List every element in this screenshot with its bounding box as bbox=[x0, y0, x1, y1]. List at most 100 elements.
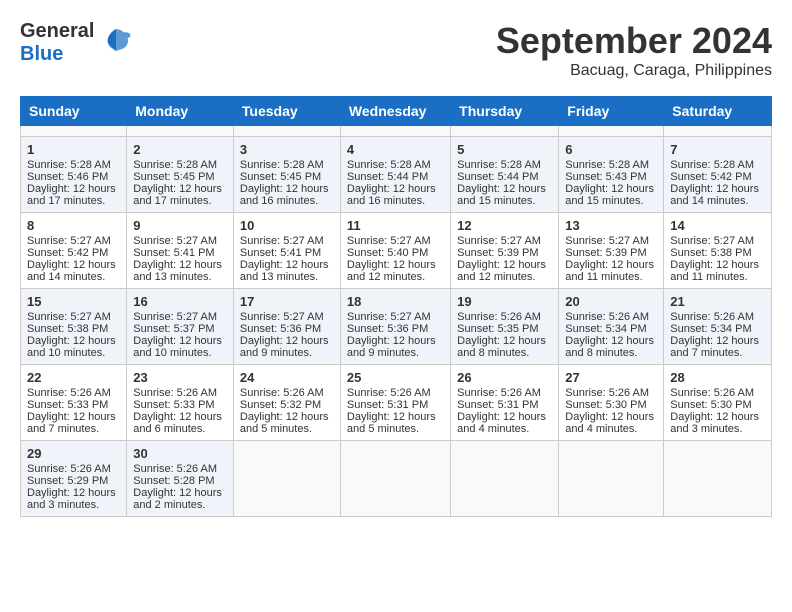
day-number: 17 bbox=[240, 294, 334, 309]
day-number: 7 bbox=[670, 142, 765, 157]
calendar-cell bbox=[559, 126, 664, 137]
day-number: 6 bbox=[565, 142, 657, 157]
day-number: 23 bbox=[133, 370, 227, 385]
day-number: 4 bbox=[347, 142, 444, 157]
day-number: 10 bbox=[240, 218, 334, 233]
col-tuesday: Tuesday bbox=[233, 97, 340, 126]
cell-info: Sunrise: 5:26 AMSunset: 5:30 PMDaylight:… bbox=[565, 387, 654, 435]
calendar-cell: 15Sunrise: 5:27 AMSunset: 5:38 PMDayligh… bbox=[21, 289, 127, 365]
calendar-cell: 11 Sunrise: 5:27 AMSunset: 5:40 PMDayligh… bbox=[340, 213, 450, 289]
calendar-cell: 13Sunrise: 5:27 AMSunset: 5:39 PMDayligh… bbox=[559, 213, 664, 289]
calendar-cell: 2 Sunrise: 5:28 AMSunset: 5:45 PMDaylight… bbox=[127, 137, 234, 213]
page-header: General Blue September 2024 Bacuag, Cara… bbox=[20, 20, 772, 80]
calendar-cell: 6 Sunrise: 5:28 AMSunset: 5:43 PMDaylight… bbox=[559, 137, 664, 213]
col-sunday: Sunday bbox=[21, 97, 127, 126]
calendar-cell bbox=[127, 126, 234, 137]
cell-info: Sunrise: 5:26 AMSunset: 5:35 PMDaylight:… bbox=[457, 311, 546, 359]
calendar-week-3: 15Sunrise: 5:27 AMSunset: 5:38 PMDayligh… bbox=[21, 289, 772, 365]
logo-text: General Blue bbox=[20, 20, 94, 66]
col-monday: Monday bbox=[127, 97, 234, 126]
calendar-cell: 12 Sunrise: 5:27 AMSunset: 5:39 PMDayligh… bbox=[451, 213, 559, 289]
cell-info: Sunrise: 5:27 AMSunset: 5:37 PMDaylight:… bbox=[133, 311, 222, 359]
cell-info: Sunrise: 5:28 AMSunset: 5:46 PMDaylight:… bbox=[27, 159, 116, 207]
cell-info: Sunrise: 5:27 AMSunset: 5:41 PMDaylight:… bbox=[133, 235, 222, 283]
col-saturday: Saturday bbox=[664, 97, 772, 126]
day-number: 12 bbox=[457, 218, 552, 233]
cell-info: Sunrise: 5:28 AMSunset: 5:45 PMDaylight:… bbox=[133, 159, 222, 207]
cell-info: Sunrise: 5:28 AMSunset: 5:45 PMDaylight:… bbox=[240, 159, 329, 207]
col-wednesday: Wednesday bbox=[340, 97, 450, 126]
calendar-cell bbox=[233, 441, 340, 517]
calendar-cell: 7 Sunrise: 5:28 AMSunset: 5:42 PMDaylight… bbox=[664, 137, 772, 213]
month-title: September 2024 bbox=[496, 20, 772, 62]
cell-info: Sunrise: 5:27 AMSunset: 5:36 PMDaylight:… bbox=[240, 311, 329, 359]
cell-info: Sunrise: 5:28 AMSunset: 5:42 PMDaylight:… bbox=[670, 159, 759, 207]
calendar-cell: 3 Sunrise: 5:28 AMSunset: 5:45 PMDaylight… bbox=[233, 137, 340, 213]
calendar-cell bbox=[451, 441, 559, 517]
cell-info: Sunrise: 5:26 AMSunset: 5:34 PMDaylight:… bbox=[565, 311, 654, 359]
calendar-cell: 5Sunrise: 5:28 AMSunset: 5:44 PMDaylight… bbox=[451, 137, 559, 213]
calendar-cell bbox=[340, 126, 450, 137]
cell-info: Sunrise: 5:26 AMSunset: 5:31 PMDaylight:… bbox=[457, 387, 546, 435]
calendar-cell: 19 Sunrise: 5:26 AMSunset: 5:35 PMDayligh… bbox=[451, 289, 559, 365]
calendar-week-1: 1 Sunrise: 5:28 AMSunset: 5:46 PMDaylight… bbox=[21, 137, 772, 213]
calendar-cell: 10Sunrise: 5:27 AMSunset: 5:41 PMDayligh… bbox=[233, 213, 340, 289]
calendar-cell: 1 Sunrise: 5:28 AMSunset: 5:46 PMDaylight… bbox=[21, 137, 127, 213]
calendar-week-4: 22 Sunrise: 5:26 AMSunset: 5:33 PMDayligh… bbox=[21, 365, 772, 441]
calendar-cell bbox=[664, 126, 772, 137]
col-friday: Friday bbox=[559, 97, 664, 126]
calendar-cell: 30 Sunrise: 5:26 AMSunset: 5:28 PMDayligh… bbox=[127, 441, 234, 517]
day-number: 30 bbox=[133, 446, 227, 461]
day-number: 11 bbox=[347, 218, 444, 233]
cell-info: Sunrise: 5:26 AMSunset: 5:32 PMDaylight:… bbox=[240, 387, 329, 435]
calendar-cell bbox=[664, 441, 772, 517]
day-number: 1 bbox=[27, 142, 120, 157]
cell-info: Sunrise: 5:26 AMSunset: 5:30 PMDaylight:… bbox=[670, 387, 759, 435]
cell-info: Sunrise: 5:26 AMSunset: 5:33 PMDaylight:… bbox=[27, 387, 116, 435]
calendar-cell: 21Sunrise: 5:26 AMSunset: 5:34 PMDayligh… bbox=[664, 289, 772, 365]
calendar-cell: 27 Sunrise: 5:26 AMSunset: 5:30 PMDayligh… bbox=[559, 365, 664, 441]
logo-general: General bbox=[20, 20, 94, 43]
day-number: 18 bbox=[347, 294, 444, 309]
calendar-cell bbox=[21, 126, 127, 137]
calendar-week-2: 8Sunrise: 5:27 AMSunset: 5:42 PMDaylight… bbox=[21, 213, 772, 289]
cell-info: Sunrise: 5:27 AMSunset: 5:42 PMDaylight:… bbox=[27, 235, 116, 283]
logo-bird-icon bbox=[98, 23, 134, 59]
calendar-cell bbox=[451, 126, 559, 137]
calendar-cell bbox=[233, 126, 340, 137]
calendar-cell: 8Sunrise: 5:27 AMSunset: 5:42 PMDaylight… bbox=[21, 213, 127, 289]
day-number: 13 bbox=[565, 218, 657, 233]
logo-blue: Blue bbox=[20, 43, 94, 66]
calendar-week-5: 29Sunrise: 5:26 AMSunset: 5:29 PMDayligh… bbox=[21, 441, 772, 517]
calendar-cell: 29Sunrise: 5:26 AMSunset: 5:29 PMDayligh… bbox=[21, 441, 127, 517]
day-number: 29 bbox=[27, 446, 120, 461]
calendar-cell: 24Sunrise: 5:26 AMSunset: 5:32 PMDayligh… bbox=[233, 365, 340, 441]
calendar-cell: 9Sunrise: 5:27 AMSunset: 5:41 PMDaylight… bbox=[127, 213, 234, 289]
cell-info: Sunrise: 5:28 AMSunset: 5:44 PMDaylight:… bbox=[457, 159, 546, 207]
cell-info: Sunrise: 5:26 AMSunset: 5:31 PMDaylight:… bbox=[347, 387, 436, 435]
calendar-cell: 4Sunrise: 5:28 AMSunset: 5:44 PMDaylight… bbox=[340, 137, 450, 213]
calendar-cell: 22 Sunrise: 5:26 AMSunset: 5:33 PMDayligh… bbox=[21, 365, 127, 441]
logo: General Blue bbox=[20, 20, 134, 66]
cell-info: Sunrise: 5:28 AMSunset: 5:43 PMDaylight:… bbox=[565, 159, 654, 207]
cell-info: Sunrise: 5:26 AMSunset: 5:33 PMDaylight:… bbox=[133, 387, 222, 435]
cell-info: Sunrise: 5:26 AMSunset: 5:28 PMDaylight:… bbox=[133, 463, 222, 511]
calendar-cell: 16Sunrise: 5:27 AMSunset: 5:37 PMDayligh… bbox=[127, 289, 234, 365]
calendar-header-row: Sunday Monday Tuesday Wednesday Thursday… bbox=[21, 97, 772, 126]
calendar-cell: 18 Sunrise: 5:27 AMSunset: 5:36 PMDayligh… bbox=[340, 289, 450, 365]
day-number: 21 bbox=[670, 294, 765, 309]
day-number: 27 bbox=[565, 370, 657, 385]
calendar-cell bbox=[559, 441, 664, 517]
cell-info: Sunrise: 5:27 AMSunset: 5:39 PMDaylight:… bbox=[457, 235, 546, 283]
cell-info: Sunrise: 5:27 AMSunset: 5:38 PMDaylight:… bbox=[27, 311, 116, 359]
day-number: 3 bbox=[240, 142, 334, 157]
day-number: 2 bbox=[133, 142, 227, 157]
location: Bacuag, Caraga, Philippines bbox=[496, 62, 772, 80]
day-number: 19 bbox=[457, 294, 552, 309]
cell-info: Sunrise: 5:27 AMSunset: 5:36 PMDaylight:… bbox=[347, 311, 436, 359]
calendar-cell: 17 Sunrise: 5:27 AMSunset: 5:36 PMDayligh… bbox=[233, 289, 340, 365]
calendar-cell: 23 Sunrise: 5:26 AMSunset: 5:33 PMDayligh… bbox=[127, 365, 234, 441]
day-number: 22 bbox=[27, 370, 120, 385]
calendar-cell bbox=[340, 441, 450, 517]
cell-info: Sunrise: 5:27 AMSunset: 5:40 PMDaylight:… bbox=[347, 235, 436, 283]
